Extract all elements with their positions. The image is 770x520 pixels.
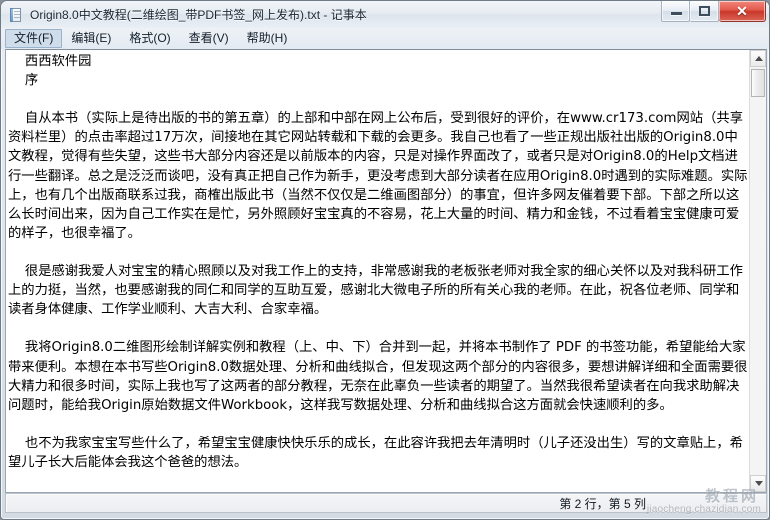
scroll-up-button[interactable]	[750, 50, 766, 67]
scroll-down-button[interactable]	[750, 475, 766, 492]
maximize-button[interactable]	[690, 1, 719, 22]
text-editor[interactable]: 西西软件园 序 自从本书（实际上是待出版的书的第五章）的上部和中部在网上公布后，…	[6, 50, 749, 492]
minimize-icon	[671, 12, 682, 15]
menu-item-format[interactable]: 格式(O)	[120, 29, 179, 48]
window-title: Origin8.0中文教程(二维绘图_带PDF书签_网上发布).txt - 记事…	[30, 8, 367, 22]
caption-buttons: ✕	[661, 1, 766, 22]
close-button[interactable]: ✕	[719, 1, 766, 22]
menu-item-view[interactable]: 查看(V)	[180, 29, 238, 48]
maximize-icon	[699, 6, 710, 16]
notepad-window: Origin8.0中文教程(二维绘图_带PDF书签_网上发布).txt - 记事…	[0, 0, 770, 520]
vertical-scrollbar[interactable]	[749, 50, 766, 492]
scroll-down-icon	[755, 481, 763, 486]
menu-item-help[interactable]: 帮助(H)	[238, 29, 297, 48]
menu-bar: 文件(F) 编辑(E) 格式(O) 查看(V) 帮助(H)	[1, 28, 769, 49]
notepad-icon	[8, 7, 24, 23]
menu-item-file[interactable]: 文件(F)	[5, 29, 63, 48]
status-bar: 第 2 行，第 5 列	[5, 493, 767, 513]
scrollbar-track[interactable]	[750, 67, 766, 475]
scroll-up-icon	[755, 56, 763, 61]
document-text[interactable]: 西西软件园 序 自从本书（实际上是待出版的书的第五章）的上部和中部在网上公布后，…	[7, 52, 749, 492]
minimize-button[interactable]	[661, 1, 690, 22]
cursor-position-status: 第 2 行，第 5 列	[559, 496, 646, 511]
menu-item-edit[interactable]: 编辑(E)	[62, 29, 120, 48]
title-bar[interactable]: Origin8.0中文教程(二维绘图_带PDF书签_网上发布).txt - 记事…	[1, 1, 769, 28]
close-icon: ✕	[736, 3, 748, 19]
editor-client-area: 西西软件园 序 自从本书（实际上是待出版的书的第五章）的上部和中部在网上公布后，…	[5, 49, 767, 493]
scrollbar-thumb[interactable]	[751, 69, 765, 97]
